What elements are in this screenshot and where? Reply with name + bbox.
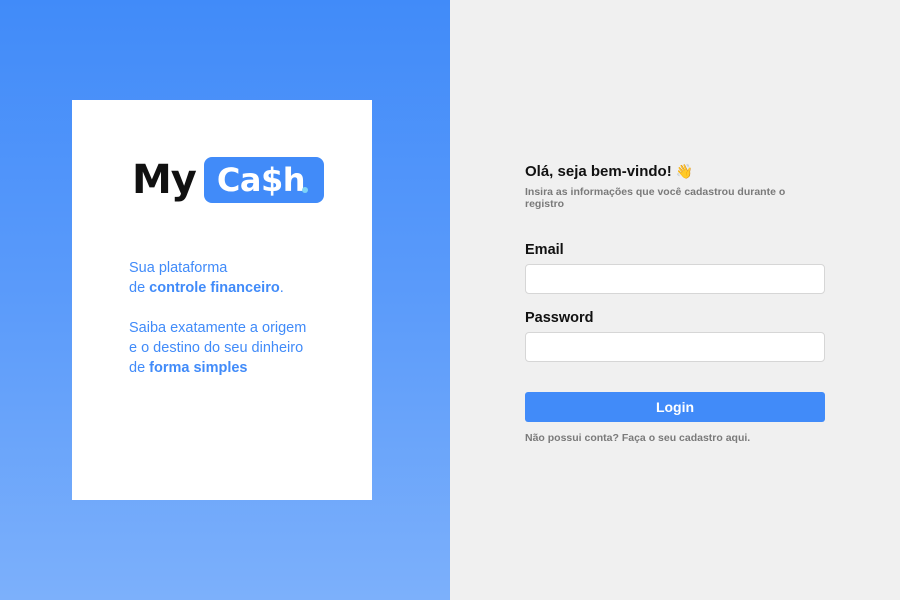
- greeting-text: Olá, seja bem-vindo!: [525, 162, 672, 180]
- brand-card: My Ca$h Sua plataforma de controle finan…: [72, 100, 372, 500]
- tagline-text: de: [129, 360, 150, 376]
- login-form: Olá, seja bem-vindo! 👋 Insira as informa…: [525, 160, 825, 444]
- waving-hand-icon: 👋: [675, 162, 694, 179]
- login-button[interactable]: Login: [525, 392, 825, 422]
- tagline-line: Sua plataforma: [129, 260, 228, 276]
- email-label: Email: [525, 242, 564, 258]
- tagline-line: e o destino do seu dinheiro: [129, 340, 304, 356]
- logo-badge: Ca$h: [203, 157, 324, 203]
- brand-panel: My Ca$h Sua plataforma de controle finan…: [0, 0, 450, 600]
- logo-my-text: My: [132, 157, 197, 203]
- tagline-highlight: forma simples: [149, 360, 248, 376]
- email-field[interactable]: [525, 264, 825, 294]
- logo-cash-text: Ca$h: [216, 161, 306, 199]
- logo-dot-icon: [301, 187, 308, 193]
- tagline-text: .: [279, 280, 284, 296]
- tagline-paragraph-2: Saiba exatamente a origem e o destino do…: [129, 318, 306, 378]
- signup-link[interactable]: Não possui conta? Faça o seu cadastro aq…: [525, 432, 825, 444]
- tagline-line: Saiba exatamente a origem: [129, 320, 307, 336]
- login-panel: Olá, seja bem-vindo! 👋 Insira as informa…: [450, 0, 900, 600]
- greeting-title: Olá, seja bem-vindo! 👋: [525, 160, 825, 182]
- tagline-highlight: controle financeiro: [149, 280, 280, 296]
- tagline: Sua plataforma de controle financeiro. S…: [129, 258, 306, 398]
- logo: My Ca$h: [132, 156, 324, 204]
- tagline-paragraph-1: Sua plataforma de controle financeiro.: [129, 258, 306, 298]
- password-field[interactable]: [525, 332, 825, 362]
- greeting-subtitle: Insira as informações que você cadastrou…: [525, 186, 786, 210]
- tagline-text: de: [129, 280, 150, 296]
- password-label: Password: [525, 310, 594, 326]
